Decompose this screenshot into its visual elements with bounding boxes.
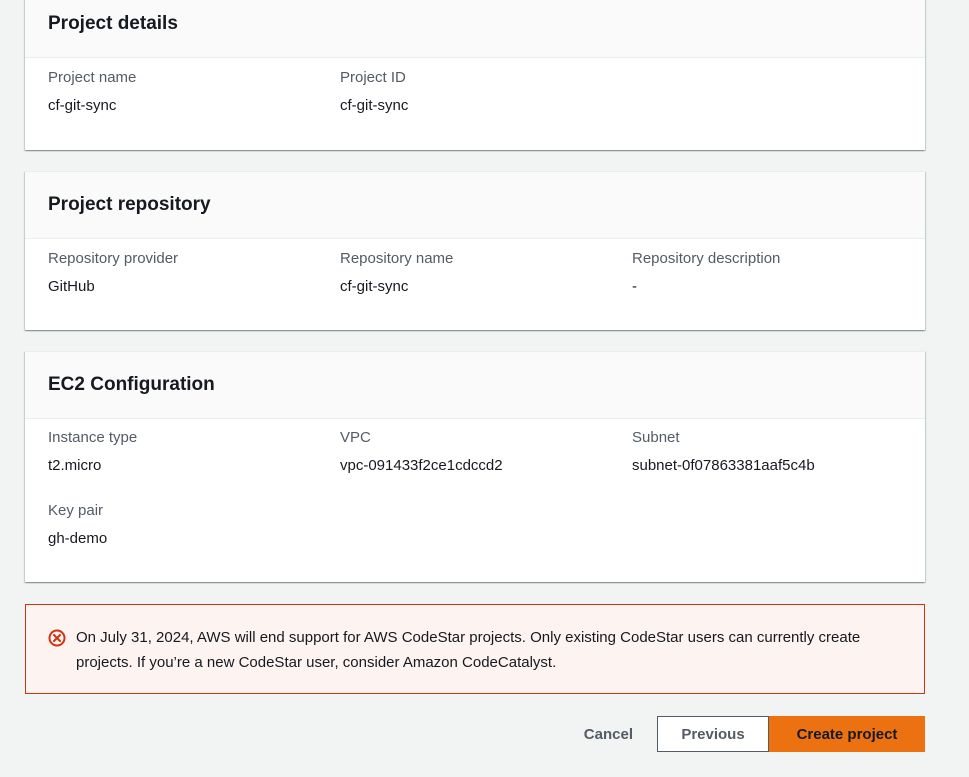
project-repository-panel: Project repository Repository provider G… [25,171,925,330]
panel-header: Project repository [25,172,925,239]
field-repository-description: Repository description - [632,249,780,297]
field-instance-type: Instance type t2.micro [48,428,137,476]
panel-header: EC2 Configuration [25,352,925,419]
ec2-configuration-panel: EC2 Configuration Instance type t2.micro… [25,351,925,582]
field-value: vpc-091433f2ce1cdccd2 [340,457,503,474]
previous-button[interactable]: Previous [657,716,769,752]
field-label: Repository description [632,250,781,267]
review-page: Project details Project name cf-git-sync… [0,0,969,777]
field-label: VPC [340,429,371,446]
create-project-button[interactable]: Create project [769,716,925,752]
field-label: Subnet [632,429,680,446]
field-value: gh-demo [48,530,108,547]
cancel-button[interactable]: Cancel [584,726,657,743]
panel-body: Repository provider GitHub Repository na… [25,239,925,295]
project-details-panel: Project details Project name cf-git-sync… [25,0,925,150]
field-subnet: Subnet subnet-0f07863381aaf5c4b [632,428,815,476]
alert-message: On July 31, 2024, AWS will end support f… [76,629,861,671]
wizard-actions: Cancel Previous Create project [584,716,925,752]
panel-title: Project repository [48,194,211,215]
field-label: Repository name [340,250,454,267]
field-project-name: Project name cf-git-sync [48,68,136,116]
field-label: Key pair [48,502,104,519]
field-value: t2.micro [48,457,102,474]
panel-title: EC2 Configuration [48,374,215,395]
field-repository-provider: Repository provider GitHub [48,249,178,297]
field-value: cf-git-sync [48,97,117,114]
panel-body: Project name cf-git-sync Project ID cf-g… [25,58,925,114]
panel-body: Instance type t2.micro VPC vpc-091433f2c… [25,419,925,547]
field-project-id: Project ID cf-git-sync [340,68,408,116]
field-repository-name: Repository name cf-git-sync [340,249,453,297]
panel-title: Project details [48,13,178,34]
error-circle-icon [48,629,66,647]
field-value: - [632,278,637,295]
field-key-pair: Key pair gh-demo [48,501,107,549]
field-value: subnet-0f07863381aaf5c4b [632,457,815,474]
field-value: GitHub [48,278,95,295]
field-label: Project ID [340,69,406,86]
field-value: cf-git-sync [340,278,409,295]
error-alert: On July 31, 2024, AWS will end support f… [25,604,925,694]
field-value: cf-git-sync [340,97,409,114]
field-label: Instance type [48,429,138,446]
field-vpc: VPC vpc-091433f2ce1cdccd2 [340,428,503,476]
field-label: Repository provider [48,250,179,267]
panel-header: Project details [25,0,925,58]
field-label: Project name [48,69,137,86]
